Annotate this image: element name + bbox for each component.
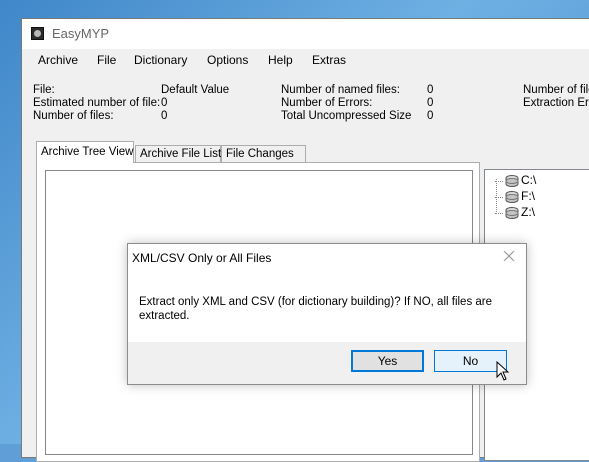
named-files-label: Number of named files:: [281, 84, 400, 96]
info-labels-col1: File: Estimated number of file: Number o…: [33, 84, 160, 123]
menu-dictionary[interactable]: Dictionary: [134, 53, 187, 67]
yes-button[interactable]: Yes: [351, 350, 424, 372]
extraction-errors-label: Extraction Erro: [523, 97, 589, 109]
app-icon: [31, 27, 44, 40]
number-of-files-label: Number of files:: [33, 110, 114, 122]
tree-branch: [495, 197, 503, 198]
dialog-title: XML/CSV Only or All Files: [132, 251, 272, 265]
uncompressed-size-value: 0: [427, 110, 434, 122]
file-label: File:: [33, 84, 55, 96]
drive-label: F:\: [521, 189, 535, 203]
title-bar[interactable]: EasyMYP: [22, 19, 589, 49]
info-labels-col3: Number of files Extraction Erro: [523, 84, 589, 110]
hard-drive-icon: [505, 175, 519, 187]
errors-value: 0: [427, 97, 434, 109]
drive-label: Z:\: [521, 205, 535, 219]
window-title: EasyMYP: [52, 26, 110, 41]
tab-file-changes[interactable]: File Changes: [221, 145, 306, 162]
hard-drive-icon: [505, 207, 519, 219]
tree-branch: [495, 213, 503, 214]
drive-label: C:\: [521, 173, 537, 187]
menu-archive[interactable]: Archive: [38, 53, 78, 67]
errors-label: Number of Errors:: [281, 97, 373, 109]
number-of-files-value: 0: [161, 110, 168, 122]
estimated-files-value: 0: [161, 97, 168, 109]
hard-drive-icon: [505, 191, 519, 203]
menu-options[interactable]: Options: [207, 53, 248, 67]
uncompressed-size-label: Total Uncompressed Size: [281, 110, 412, 122]
info-values-col1: Default Value 0 0: [161, 84, 229, 123]
dialog-message: Extract only XML and CSV (for dictionary…: [139, 296, 493, 322]
file-value: Default Value: [161, 84, 230, 96]
info-values-col2: 0 0 0: [427, 84, 433, 123]
tree-branch: [495, 181, 503, 182]
menu-help[interactable]: Help: [268, 53, 293, 67]
mouse-cursor-icon: [496, 361, 510, 381]
info-labels-col2: Number of named files: Number of Errors:…: [281, 84, 411, 123]
menu-bar: Archive File Dictionary Options Help Ext…: [22, 49, 589, 71]
close-icon[interactable]: [502, 249, 516, 263]
menu-extras[interactable]: Extras: [312, 53, 346, 67]
confirm-dialog: XML/CSV Only or All Files Extract only X…: [127, 243, 527, 385]
tree-connector: [496, 179, 497, 212]
number-of-files-col3-label: Number of files: [523, 84, 589, 96]
tab-archive-tree-view[interactable]: Archive Tree View: [36, 141, 134, 163]
menu-file[interactable]: File: [97, 53, 116, 67]
tab-archive-file-list[interactable]: Archive File List: [135, 145, 221, 162]
main-window: EasyMYP Archive File Dictionary Options …: [21, 18, 589, 462]
named-files-value: 0: [427, 84, 434, 96]
estimated-files-label: Estimated number of file:: [33, 97, 161, 109]
dialog-button-bar: Yes No: [128, 342, 526, 384]
